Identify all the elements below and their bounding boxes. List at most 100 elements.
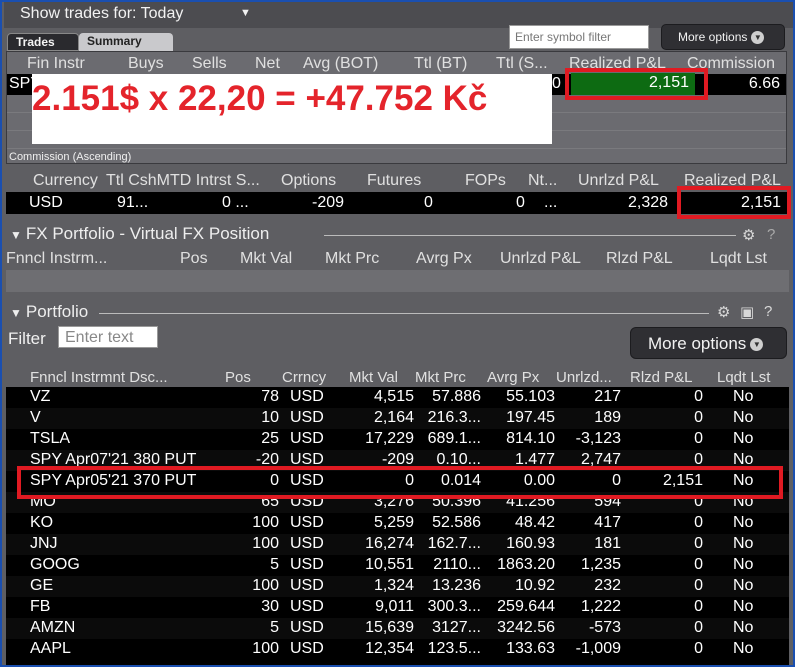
col-fin-instr[interactable]: Fin Instr [27, 55, 85, 73]
settings-icon[interactable]: ⚙ [717, 303, 730, 321]
filter-label: Filter [8, 329, 46, 348]
cell-avg: 160.93 [506, 535, 555, 552]
cell-val: 10,551 [365, 556, 414, 573]
cell-avg: 197.45 [506, 409, 555, 426]
cell-cur: USD [290, 535, 324, 552]
table-row[interactable]: TSLA 25 USD 17,229 689.1... 814.10 -3,123 0 No [6, 429, 789, 450]
cell-prc: 3127... [432, 619, 481, 636]
acct-fops: 0 [516, 194, 525, 211]
acct-options: -209 [312, 194, 345, 211]
cell-val: 17,229 [365, 430, 414, 447]
acct-futures: 0 [424, 194, 433, 211]
cell-prc: 162.7... [427, 535, 481, 552]
fx-col-instr[interactable]: Fnncl Instrm... [6, 250, 107, 268]
col-avg-bot[interactable]: Avg (BOT) [303, 55, 378, 73]
table-row[interactable]: VZ 78 USD 4,515 57.886 55.103 217 0 No [6, 387, 789, 408]
cell-prc: 300.3... [427, 598, 481, 615]
settings-icon[interactable]: ⚙ [742, 226, 755, 244]
cell-avg: 133.63 [506, 640, 555, 657]
p-col-mktprc[interactable]: Mkt Prc [415, 369, 466, 386]
table-row[interactable]: JNJ 100 USD 16,274 162.7... 160.93 181 0 No [6, 534, 789, 555]
col-ttl-bt[interactable]: Ttl (BT) [414, 55, 467, 73]
cell-avg: 3242.56 [497, 619, 555, 636]
col-options[interactable]: Options [281, 172, 336, 190]
cell-unr: 232 [594, 577, 621, 594]
dropdown-arrow-icon[interactable]: ▼ [240, 7, 251, 19]
col-currency[interactable]: Currency [33, 172, 98, 190]
col-nt[interactable]: Nt... [528, 172, 557, 190]
p-col-instr[interactable]: Fnncl Instrmnt Dsc... [30, 369, 168, 386]
fx-col-unrlzd[interactable]: Unrlzd P&L [500, 250, 581, 268]
cell-pos: 5 [270, 619, 279, 636]
cell-prc: 689.1... [427, 430, 481, 447]
p-col-unrlzd[interactable]: Unrlzd... [556, 369, 612, 386]
fx-col-lqdt[interactable]: Lqdt Lst [710, 250, 767, 268]
cell-lqd: No [733, 535, 754, 552]
cell-val: 5,259 [373, 514, 414, 531]
more-options-button[interactable]: More options ▼ [630, 327, 787, 359]
fx-col-avgpx[interactable]: Avrg Px [416, 250, 472, 268]
symbol-filter-input[interactable]: Enter symbol filter [509, 25, 649, 49]
cell-sym: AAPL [30, 640, 71, 657]
col-cash[interactable]: Ttl CshMTD Intrst S... [106, 172, 260, 190]
chevron-down-icon: ▼ [750, 338, 764, 352]
cell-cur: USD [290, 640, 324, 657]
fx-section-title[interactable]: ▼ FX Portfolio - Virtual FX Position [10, 224, 269, 244]
table-row[interactable]: V 10 USD 2,164 216.3... 197.45 189 0 No [6, 408, 789, 429]
fx-col-rlzd[interactable]: Rlzd P&L [606, 250, 673, 268]
more-options-button-top[interactable]: More options ▼ [661, 24, 785, 50]
acct-unrlzd: 2,328 [628, 194, 669, 211]
p-col-mktval[interactable]: Mkt Val [349, 369, 398, 386]
p-col-pos[interactable]: Pos [225, 369, 251, 386]
col-ttl-s[interactable]: Ttl (S... [496, 55, 548, 73]
acct-intrst: 0 ... [222, 194, 249, 211]
cell-lqd: No [733, 388, 754, 405]
portfolio-section-title[interactable]: ▼ Portfolio [10, 302, 88, 322]
table-row[interactable]: GE 100 USD 1,324 13.236 10.92 232 0 No [6, 576, 789, 597]
col-futures[interactable]: Futures [367, 172, 421, 190]
cell-pos: 100 [252, 535, 279, 552]
show-trades-for-select[interactable]: Show trades for: Today [20, 5, 183, 23]
p-col-crrncy[interactable]: Crrncy [282, 369, 326, 386]
fx-col-mktval[interactable]: Mkt Val [240, 250, 292, 268]
account-row[interactable]: USD 91... 0 ... -209 0 0 ... 2,328 2,151 [6, 192, 789, 214]
cell-cur: USD [290, 619, 324, 636]
cell-avg: 10.92 [514, 577, 555, 594]
p-col-avgpx[interactable]: Avrg Px [487, 369, 539, 386]
table-row[interactable]: KO 100 USD 5,259 52.586 48.42 417 0 No [6, 513, 789, 534]
cell-sym: V [30, 409, 41, 426]
col-sells[interactable]: Sells [192, 55, 227, 73]
cell-unr: -573 [588, 619, 621, 636]
table-row[interactable]: GOOG 5 USD 10,551 2110... 1863.20 1,235 0 No [6, 555, 789, 576]
sort-status-label: Commission (Ascending) [9, 151, 132, 163]
help-icon[interactable]: ? [764, 303, 772, 320]
cell-val: 15,639 [365, 619, 414, 636]
cell-prc: 123.5... [427, 640, 481, 657]
filter-input[interactable]: Enter text [58, 326, 158, 348]
cell-lqd: No [733, 556, 754, 573]
col-net[interactable]: Net [255, 55, 280, 73]
fx-col-mktprc[interactable]: Mkt Prc [325, 250, 379, 268]
p-col-lqdt[interactable]: Lqdt Lst [717, 369, 770, 386]
collapse-triangle-icon[interactable]: ▼ [10, 228, 22, 242]
cell-pos: 25 [261, 430, 279, 447]
cell-lqd: No [733, 619, 754, 636]
cell-prc: 57.886 [432, 388, 481, 405]
col-buys[interactable]: Buys [128, 55, 164, 73]
col-fops[interactable]: FOPs [465, 172, 506, 190]
cell-lqd: No [733, 514, 754, 531]
table-row[interactable]: AMZN 5 USD 15,639 3127... 3242.56 -573 0 No [6, 618, 789, 639]
tab-summary[interactable]: Summary [79, 33, 173, 51]
table-row[interactable]: FB 30 USD 9,011 300.3... 259.644 1,222 0 No [6, 597, 789, 618]
table-row[interactable]: AAPL 100 USD 12,354 123.5... 133.63 -1,009 0 No [6, 639, 789, 660]
highlight-realized-account [677, 186, 791, 219]
divider [324, 235, 736, 236]
collapse-triangle-icon[interactable]: ▼ [10, 306, 22, 320]
fx-col-pos[interactable]: Pos [180, 250, 208, 268]
cell-avg: 48.42 [514, 514, 555, 531]
window-icon[interactable]: ▣ [740, 303, 754, 321]
col-unrlzd[interactable]: Unrlzd P&L [578, 172, 659, 190]
p-col-rlzd[interactable]: Rlzd P&L [630, 369, 693, 386]
tab-trades[interactable]: Trades [7, 33, 79, 51]
help-icon[interactable]: ? [767, 226, 775, 243]
